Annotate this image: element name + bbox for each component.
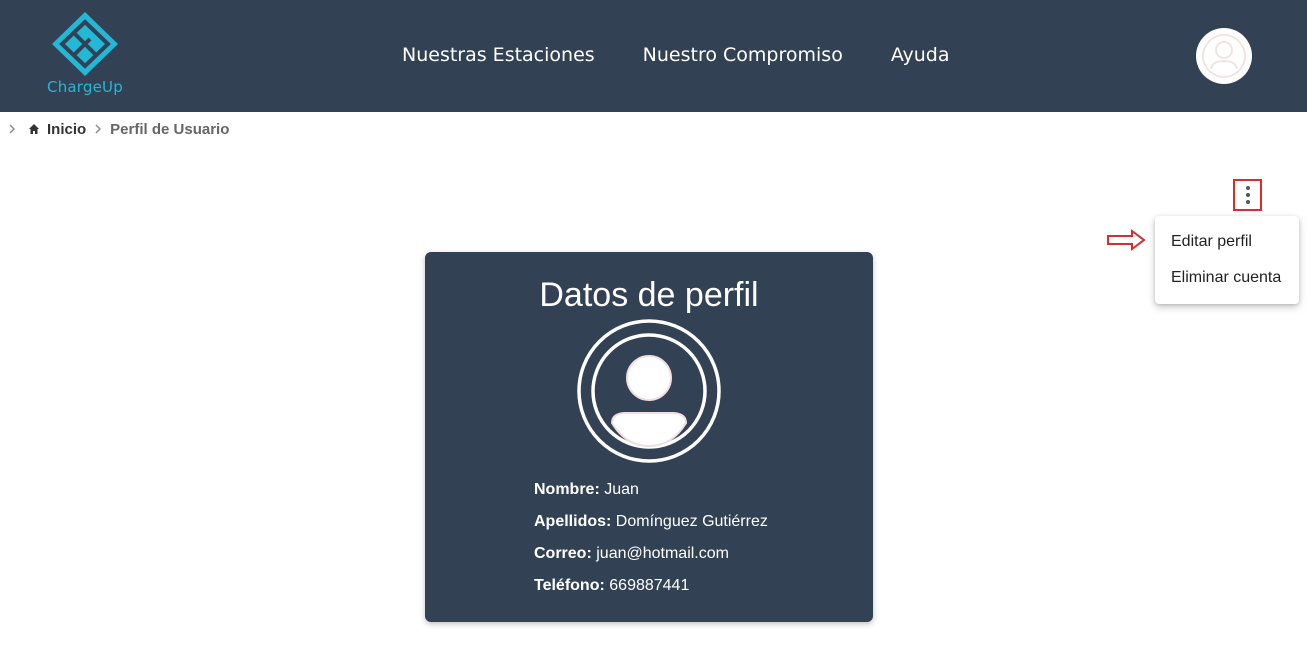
field-telefono: Teléfono: 669887441: [534, 576, 768, 608]
breadcrumb: Inicio Perfil de Usuario: [4, 119, 229, 139]
field-value: 669887441: [609, 577, 690, 594]
field-value: Domínguez Gutiérrez: [615, 513, 768, 530]
user-avatar-button[interactable]: [1196, 28, 1252, 84]
field-label: Correo:: [534, 545, 592, 562]
nav-link-ayuda[interactable]: Ayuda: [891, 44, 950, 70]
field-label: Nombre:: [534, 481, 600, 498]
menu-item-editar-perfil[interactable]: Editar perfil: [1155, 224, 1299, 260]
profile-card: Datos de perfil Nombre: Juan Apellidos: …: [425, 252, 873, 622]
options-menu: Editar perfil Eliminar cuenta: [1155, 216, 1299, 304]
profile-avatar: [576, 318, 722, 464]
field-label: Apellidos:: [534, 513, 612, 530]
main-nav: Nuestras Estaciones Nuestro Compromiso A…: [402, 44, 998, 70]
user-avatar-icon: [577, 319, 721, 463]
chevron-right-icon: [8, 123, 16, 135]
field-value: juan@hotmail.com: [596, 545, 729, 562]
breadcrumb-home[interactable]: Inicio: [47, 121, 86, 138]
arrow-right-icon: [1107, 229, 1146, 251]
field-nombre: Nombre: Juan: [534, 480, 768, 512]
field-apellidos: Apellidos: Domínguez Gutiérrez: [534, 512, 768, 544]
top-navbar: ChargeUp Nuestras Estaciones Nuestro Com…: [0, 0, 1307, 112]
nav-link-compromiso[interactable]: Nuestro Compromiso: [643, 44, 843, 70]
field-correo: Correo: juan@hotmail.com: [534, 544, 768, 576]
more-vert-icon-dot: [1245, 193, 1250, 197]
chargeup-logo[interactable]: ChargeUp: [44, 10, 126, 100]
logo-icon: [52, 12, 118, 76]
more-options-button[interactable]: [1233, 179, 1262, 211]
chevron-right-icon: [94, 123, 102, 135]
nav-link-estaciones[interactable]: Nuestras Estaciones: [402, 44, 595, 70]
more-vert-icon-dot: [1245, 200, 1250, 204]
home-icon[interactable]: [28, 123, 40, 135]
user-avatar-icon: [1202, 34, 1246, 78]
menu-item-eliminar-cuenta[interactable]: Eliminar cuenta: [1155, 260, 1299, 296]
field-value: Juan: [604, 481, 639, 498]
more-vert-icon: [1245, 186, 1250, 190]
field-label: Teléfono:: [534, 577, 605, 594]
breadcrumb-current: Perfil de Usuario: [110, 120, 230, 138]
brand-name: ChargeUp: [47, 78, 123, 96]
card-title: Datos de perfil: [539, 276, 759, 314]
profile-fields: Nombre: Juan Apellidos: Domínguez Gutiér…: [534, 480, 768, 608]
